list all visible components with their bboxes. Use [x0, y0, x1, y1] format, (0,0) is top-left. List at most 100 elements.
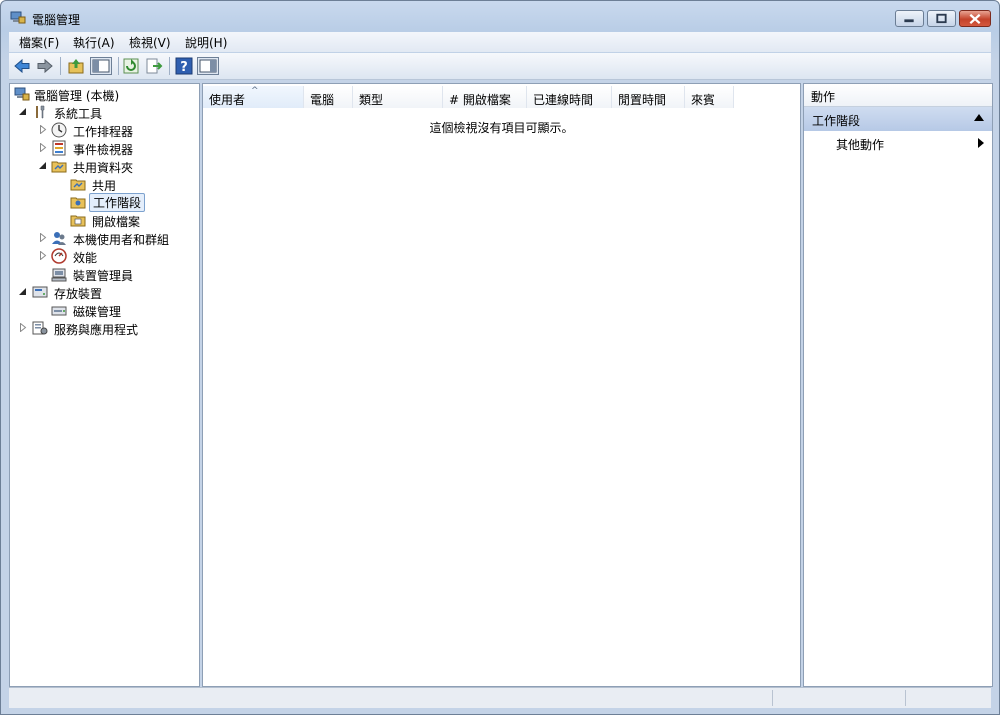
- collapsed-arrow-icon[interactable]: [39, 251, 47, 260]
- forward-icon[interactable]: [36, 57, 54, 75]
- collapsed-arrow-icon[interactable]: [39, 233, 47, 242]
- status-separator: [905, 690, 906, 706]
- expanded-arrow-icon[interactable]: [19, 107, 27, 116]
- tree-item-shared-folders[interactable]: 共用資料夾: [10, 157, 197, 175]
- tree-item-label: 服務與應用程式: [54, 323, 139, 337]
- tree-item-disk-management[interactable]: 磁碟管理: [10, 301, 197, 319]
- menu-view[interactable]: 檢視(V): [129, 34, 171, 51]
- local-users-groups-icon: [52, 232, 66, 245]
- tree-item-label: 工作階段: [89, 193, 146, 212]
- tree-item-label: 共用: [92, 179, 117, 193]
- tree-item-label: 存放裝置: [54, 287, 103, 301]
- tree-item-computer-management-local[interactable]: 電腦管理 (本機): [10, 85, 197, 103]
- maximize-icon: [936, 13, 947, 24]
- services-applications-icon: [32, 321, 48, 335]
- tree-item-local-users-groups[interactable]: 本機使用者和群組: [10, 229, 197, 247]
- up-folder-icon[interactable]: [67, 57, 85, 75]
- actions-pane-header: 動作: [804, 84, 992, 107]
- computer-management-icon: [10, 11, 26, 24]
- sort-ascending-icon: ^: [251, 86, 259, 96]
- status-bar: [9, 687, 991, 708]
- computer-management-icon: [14, 87, 30, 101]
- column-header-computer[interactable]: 電腦: [304, 86, 353, 108]
- menu-file[interactable]: 檔案(F): [19, 34, 59, 51]
- tree-item-sessions[interactable]: 工作階段: [10, 193, 197, 212]
- actions-pane: 動作 工作階段 其他動作: [803, 83, 993, 687]
- tree-item-storage[interactable]: 存放裝置: [10, 283, 197, 301]
- event-viewer-icon: [52, 140, 66, 156]
- system-tools-icon: [36, 105, 45, 119]
- actions-pane-title: 動作: [811, 90, 836, 104]
- column-header-type[interactable]: 類型: [353, 86, 443, 108]
- show-hide-action-pane-icon[interactable]: [197, 57, 219, 75]
- tree-item-label: 磁碟管理: [73, 305, 122, 319]
- shares-icon: [70, 179, 86, 191]
- disk-management-icon: [51, 306, 67, 316]
- tree-item-label: 裝置管理員: [73, 269, 134, 283]
- maximize-button[interactable]: [927, 10, 956, 27]
- toolbar-separator: [118, 57, 119, 75]
- menu-bar: 檔案(F) 執行(A) 檢視(V) 說明(H): [9, 32, 991, 52]
- column-header-user[interactable]: 使用者 ^: [203, 86, 304, 108]
- refresh-icon[interactable]: [122, 57, 140, 75]
- tree-item-system-tools[interactable]: 系統工具: [10, 103, 197, 121]
- collapse-up-icon[interactable]: [974, 114, 984, 121]
- tree-item-shares[interactable]: 共用: [10, 175, 197, 193]
- title-bar[interactable]: 電腦管理: [1, 1, 999, 33]
- action-label: 其他動作: [836, 138, 885, 152]
- svg-text:?: ?: [180, 60, 188, 75]
- sessions-icon: [70, 197, 86, 209]
- tree-item-services-applications[interactable]: 服務與應用程式: [10, 319, 197, 337]
- show-hide-tree-icon[interactable]: [90, 57, 112, 75]
- shared-folders-icon: [51, 161, 67, 173]
- actions-section-title: 工作階段: [812, 114, 861, 128]
- toolbar: ?: [9, 53, 991, 80]
- back-icon[interactable]: [13, 57, 31, 75]
- actions-section-sessions[interactable]: 工作階段: [804, 107, 992, 131]
- close-icon: [969, 13, 981, 25]
- menu-action[interactable]: 執行(A): [73, 34, 115, 51]
- column-header-label: 類型: [359, 93, 384, 107]
- column-header-label: 已連線時間: [533, 93, 594, 107]
- action-more-actions[interactable]: 其他動作: [804, 133, 992, 153]
- tree-item-open-files[interactable]: 開啟檔案: [10, 211, 197, 229]
- collapsed-arrow-icon[interactable]: [39, 143, 47, 152]
- submenu-arrow-icon: [978, 138, 984, 148]
- column-header-connected-time[interactable]: 已連線時間: [527, 86, 612, 108]
- computer-management-window: 電腦管理 檔案(F) 執行(A) 檢視(V) 說明(H) ? 電腦管理 (本機)…: [0, 0, 1000, 715]
- column-header-label: 電腦: [310, 93, 335, 107]
- expanded-arrow-icon[interactable]: [19, 287, 27, 296]
- column-header-open-files[interactable]: # 開啟檔案: [443, 86, 527, 108]
- toolbar-separator: [60, 57, 61, 75]
- collapsed-arrow-icon[interactable]: [39, 125, 47, 134]
- tree-item-label: 開啟檔案: [92, 215, 141, 229]
- tree-item-label: 工作排程器: [73, 125, 134, 139]
- status-separator: [772, 690, 773, 706]
- tree-item-task-scheduler[interactable]: 工作排程器: [10, 121, 197, 139]
- result-list[interactable]: 使用者 ^ 電腦 類型 # 開啟檔案 已連線時間 閒置時間 來賓 這個檢視沒有項…: [202, 83, 801, 687]
- collapsed-arrow-icon[interactable]: [19, 323, 27, 332]
- performance-icon: [51, 248, 67, 264]
- tree-item-performance[interactable]: 效能: [10, 247, 197, 265]
- column-header-label: 來賓: [691, 93, 716, 107]
- column-header-label: 閒置時間: [618, 93, 667, 107]
- window-title: 電腦管理: [32, 13, 81, 27]
- export-list-icon[interactable]: [145, 57, 163, 75]
- task-scheduler-icon: [51, 122, 67, 138]
- close-button[interactable]: [959, 10, 991, 27]
- tree-item-label: 系統工具: [54, 107, 103, 121]
- tree-item-device-manager[interactable]: 裝置管理員: [10, 265, 197, 283]
- column-header-label: # 開啟檔案: [449, 93, 511, 107]
- console-tree[interactable]: 電腦管理 (本機) 系統工具 工作排程器 事件檢視器 共用資料夾 共用 工作階段…: [9, 83, 200, 687]
- open-files-icon: [70, 215, 86, 227]
- tree-item-label: 效能: [73, 251, 98, 265]
- column-header-guest[interactable]: 來賓: [685, 86, 734, 108]
- storage-icon: [32, 286, 48, 298]
- minimize-button[interactable]: [895, 10, 924, 27]
- expanded-arrow-icon[interactable]: [39, 161, 47, 170]
- help-icon[interactable]: ?: [175, 57, 193, 75]
- menu-help[interactable]: 說明(H): [185, 34, 227, 51]
- minimize-icon: [904, 19, 914, 23]
- tree-item-event-viewer[interactable]: 事件檢視器: [10, 139, 197, 157]
- column-header-idle-time[interactable]: 閒置時間: [612, 86, 685, 108]
